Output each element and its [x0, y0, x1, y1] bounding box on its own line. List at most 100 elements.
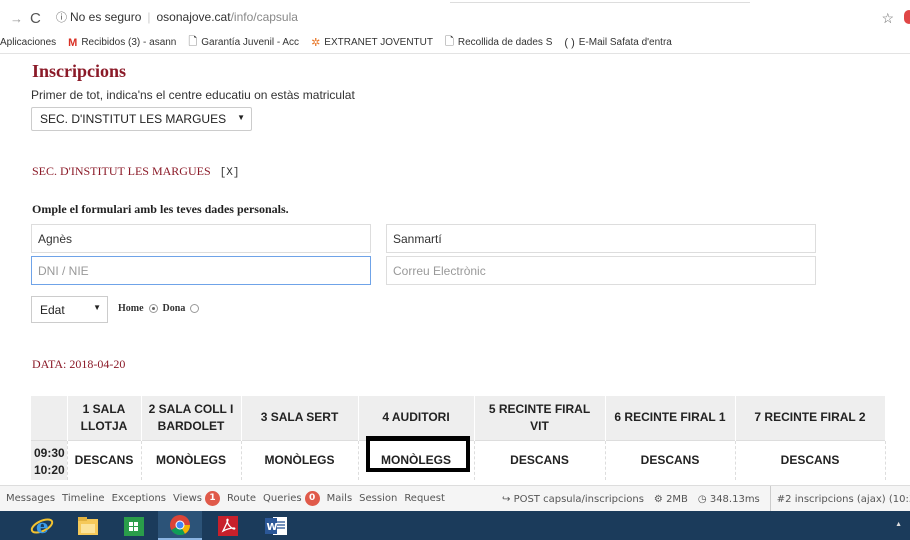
- debug-time: ◷ 348.13ms: [698, 494, 760, 505]
- time-value: 348.13ms: [709, 493, 760, 505]
- dropdown-arrow-icon: ▼: [237, 113, 245, 122]
- post-route: POST capsula/inscripcions: [513, 493, 644, 505]
- security-label: No es seguro: [70, 10, 142, 24]
- schedule-header-row: 1 SALA LLOTJA 2 SALA COLL I BARDOLET 3 S…: [31, 396, 886, 440]
- debug-tab-mails[interactable]: Mails: [327, 493, 353, 504]
- debug-tab-messages[interactable]: Messages: [6, 493, 55, 504]
- session-cell[interactable]: DESCANS: [474, 439, 606, 480]
- room-header: 1 SALA LLOTJA: [67, 396, 142, 440]
- acrobat-icon[interactable]: [206, 511, 250, 540]
- gender-group: Home Dona: [118, 303, 204, 314]
- time-header: [31, 396, 68, 440]
- age-select[interactable]: Edat ▼: [31, 296, 108, 323]
- queries-label: Queries: [263, 493, 302, 504]
- session-cell-label: MONÒLEGS: [380, 452, 451, 467]
- bookmark-label: EXTRANET JOVENTUT: [324, 37, 433, 48]
- session-cell[interactable]: DESCANS: [605, 439, 736, 480]
- bookmark-label: E-Mail Safata d'entra: [578, 37, 672, 48]
- school-heading-text: SEC. D'INSTITUT LES MARGUES: [32, 164, 211, 178]
- debug-route-info: ↪ POST capsula/inscripcions: [502, 494, 644, 505]
- url-separator: |: [147, 10, 151, 24]
- room-header: 3 SALA SERT: [241, 396, 359, 440]
- url-host: osonajove.cat: [156, 10, 231, 24]
- bookmark-email[interactable]: ( ) E-Mail Safata d'entra: [564, 37, 671, 49]
- file-explorer-icon[interactable]: [66, 511, 110, 540]
- tab-edge: [450, 0, 750, 3]
- first-name-field[interactable]: Agnès: [31, 224, 371, 253]
- url-field[interactable]: ⓘ No es seguro | osonajove.cat/info/caps…: [56, 6, 876, 28]
- intro-text: Primer de tot, indica'ns el centre educa…: [31, 88, 355, 102]
- bookmark-star-icon[interactable]: ☆: [881, 10, 894, 27]
- page-content: Inscripcions Primer de tot, indica'ns el…: [0, 55, 910, 485]
- gender-male-label: Home: [118, 303, 144, 314]
- session-cell[interactable]: MONÒLEGS: [141, 439, 242, 480]
- schedule-table: 1 SALA LLOTJA 2 SALA COLL I BARDOLET 3 S…: [31, 396, 886, 480]
- info-icon[interactable]: ⓘ: [56, 9, 67, 25]
- share-icon: ↪: [502, 493, 514, 505]
- views-badge: 1: [204, 491, 220, 506]
- dropdown-arrow-icon: ▼: [93, 303, 101, 312]
- bookmark-garantia[interactable]: 🗋 Garantía Juvenil - Acc: [188, 33, 299, 52]
- time-end: 10:20: [34, 462, 65, 477]
- chrome-icon[interactable]: [158, 511, 202, 540]
- clock-icon: ◷: [697, 493, 710, 505]
- table-row: 09:30 10:20 DESCANS MONÒLEGS MONÒLEGS MON…: [31, 435, 886, 480]
- bookmark-apps[interactable]: Aplicaciones: [0, 37, 56, 48]
- gender-female-label: Dona: [162, 303, 186, 314]
- room-header: 5 RECINTE FIRAL VIT: [474, 396, 606, 440]
- date-label: DATA: 2018-04-20: [32, 357, 126, 371]
- room-header: 6 RECINTE FIRAL 1: [605, 396, 736, 440]
- debug-tab-queries[interactable]: Queries 0: [263, 491, 320, 506]
- page-icon: 🗋: [188, 36, 198, 48]
- school-select-value: SEC. D'INSTITUT LES MARGUES: [40, 112, 227, 126]
- bookmark-label: Aplicaciones: [0, 37, 57, 48]
- gender-female-radio[interactable]: [190, 304, 200, 313]
- debug-tab-request[interactable]: Request: [404, 493, 445, 504]
- session-cell[interactable]: MONÒLEGS: [241, 439, 359, 480]
- remove-school-button[interactable]: [X]: [220, 167, 240, 179]
- debug-metrics: ↪ POST capsula/inscripcions ⚙ 2MB ◷ 348.…: [502, 486, 910, 511]
- cogs-icon: ⚙: [653, 493, 667, 505]
- gender-male-radio[interactable]: [148, 304, 158, 313]
- dni-field[interactable]: DNI / NIE: [31, 256, 371, 285]
- tray-caret-icon[interactable]: ▲: [895, 521, 902, 528]
- bookmark-label: Recollida de dades S: [457, 37, 553, 48]
- page-title: Inscripcions: [32, 61, 127, 81]
- time-cell: 09:30 10:20: [31, 439, 68, 480]
- bookmark-recollida[interactable]: 🗋 Recollida de dades S: [445, 33, 552, 52]
- reload-icon[interactable]: C: [30, 10, 44, 27]
- bookmarks-bar: Aplicaciones M Recibidos (3) - asann 🗋 Gar…: [0, 32, 910, 54]
- page-icon: 🗋: [445, 36, 454, 48]
- debug-tab-session[interactable]: Session: [359, 493, 397, 504]
- bookmark-gmail[interactable]: M Recibidos (3) - asann: [68, 37, 176, 49]
- ie-icon[interactable]: e: [20, 511, 64, 540]
- room-header: 4 AUDITORI: [358, 396, 475, 440]
- school-select[interactable]: SEC. D'INSTITUT LES MARGUES ▼: [31, 107, 252, 131]
- email-field[interactable]: Correu Electrònic: [386, 256, 816, 285]
- bookmark-label: Garantía Juvenil - Acc: [201, 37, 300, 48]
- svg-text:e: e: [36, 514, 49, 538]
- room-header: 7 RECINTE FIRAL 2: [735, 396, 886, 440]
- divider: [769, 486, 771, 511]
- debug-tab-exceptions[interactable]: Exceptions: [112, 493, 166, 504]
- last-name-field[interactable]: Sanmartí: [386, 224, 816, 253]
- school-heading: SEC. D'INSTITUT LES MARGUES [X]: [32, 164, 239, 179]
- room-header: 2 SALA COLL I BARDOLET: [141, 396, 242, 440]
- session-cell[interactable]: DESCANS: [67, 439, 142, 480]
- memory-value: 2MB: [666, 493, 688, 505]
- word-icon[interactable]: W: [254, 511, 298, 540]
- session-cell[interactable]: DESCANS: [735, 439, 886, 480]
- bookmark-extranet[interactable]: ✲ EXTRANET JOVENTUT: [311, 36, 433, 49]
- debug-tab-views[interactable]: Views 1: [173, 491, 220, 506]
- debug-memory: ⚙ 2MB: [654, 494, 688, 505]
- debug-tab-timeline[interactable]: Timeline: [62, 493, 105, 504]
- session-cell-highlighted[interactable]: MONÒLEGS: [358, 435, 475, 480]
- forward-icon[interactable]: →: [10, 11, 24, 26]
- brackets-icon: ( ): [564, 36, 575, 49]
- store-icon[interactable]: [112, 511, 156, 540]
- extension-icon[interactable]: [904, 10, 910, 24]
- debug-tab-route[interactable]: Route: [227, 493, 256, 504]
- debug-request-select[interactable]: #2 inscripcions (ajax) (10:3: [777, 494, 910, 505]
- form-heading: Omple el formulari amb les teves dades p…: [32, 202, 289, 216]
- extranet-icon: ✲: [311, 37, 321, 49]
